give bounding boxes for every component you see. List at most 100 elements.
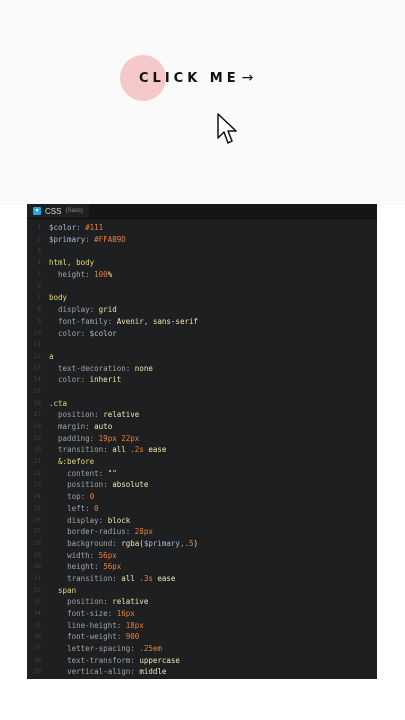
code-token: text-decoration (58, 363, 126, 373)
code-token: : (80, 328, 90, 338)
code-token: : (85, 235, 95, 245)
code-token: position (67, 480, 104, 490)
line-number: 21 (33, 458, 41, 466)
code-token: rgba( (121, 538, 144, 548)
code-line: 4 html, body (27, 257, 377, 269)
line-number: 9 (37, 317, 41, 325)
line-number: 31 (33, 574, 41, 582)
line-number: 11 (33, 341, 41, 349)
code-token: .3s (139, 573, 153, 583)
code-token: : (125, 363, 135, 373)
code-token: 18px (125, 620, 144, 630)
code-line: 30 height: 56px (27, 561, 377, 573)
code-token: top (67, 492, 81, 502)
code-token: : (98, 515, 108, 525)
click-me-button[interactable]: Click me → (120, 55, 253, 101)
code-line: 34 font-size: 16px (27, 608, 377, 620)
code-editor: ▾ CSS (Sass) 1 $color: #111 2 $primary: #FF… (27, 204, 377, 679)
code-token: block (107, 515, 131, 525)
code-token: : (94, 562, 104, 572)
line-number: 34 (33, 610, 41, 618)
code-token: height (67, 562, 95, 572)
code-token: position (67, 597, 104, 607)
code-line: 12 a (27, 351, 377, 363)
code-token: : (80, 375, 90, 385)
code-line: 16 .cta (27, 397, 377, 409)
line-number: 7 (37, 294, 41, 302)
tab-css[interactable]: ▾ CSS (Sass) (27, 204, 89, 218)
code-token: border-radius (67, 527, 126, 537)
code-token: inherit (89, 375, 122, 385)
line-number: 18 (33, 423, 41, 431)
preview-pane: Click me → (0, 0, 405, 205)
code-line: 31 transition: all .3s ease (27, 573, 377, 585)
code-line: 11 (27, 339, 377, 351)
code-token: "" (107, 468, 117, 478)
code-token: .cta (49, 398, 68, 408)
line-number: 24 (33, 493, 41, 501)
code-line: 15 (27, 386, 377, 398)
code-line: 33 position: relative (27, 596, 377, 608)
mouse-cursor-icon (217, 113, 237, 144)
code-token: : (89, 433, 99, 443)
code-line: 2 $primary: #FFAB9D (27, 234, 377, 246)
code-token: 0 (94, 503, 99, 513)
code-token: : (125, 527, 135, 537)
code-token: 19px 22px (98, 433, 140, 443)
line-number: 16 (33, 399, 41, 407)
code-line: 19 padding: 19px 22px (27, 432, 377, 444)
line-number: 30 (33, 563, 41, 571)
code-token: background (67, 538, 113, 548)
code-token: .25em (139, 644, 162, 654)
code-token: 28px (134, 527, 153, 537)
line-number: 4 (37, 259, 41, 267)
code-token: a (49, 351, 54, 361)
code-token: : (85, 270, 95, 280)
code-token: margin (58, 422, 86, 432)
code-token: #FFAB9D (94, 235, 126, 245)
code-token: html, body (49, 258, 95, 268)
line-number: 17 (33, 411, 41, 419)
code-token: Avenir, sans-serif (116, 316, 199, 326)
code-line: 29 width: 56px (27, 549, 377, 561)
collapse-icon[interactable]: ▾ (33, 207, 41, 215)
code-token: : (98, 468, 108, 478)
code-token: : (80, 492, 90, 502)
code-token: middle (139, 667, 167, 677)
code-token: ) (193, 538, 199, 548)
code-token: none (134, 363, 153, 373)
code-line: 18 margin: auto (27, 421, 377, 433)
code-token: 16px (116, 609, 135, 619)
line-number: 38 (33, 656, 41, 664)
code-token: 56px (98, 550, 117, 560)
line-number: 8 (37, 306, 41, 314)
code-token: body (49, 293, 68, 303)
code-line: 36 font-weight: 900 (27, 631, 377, 643)
line-number: 10 (33, 329, 41, 337)
line-number: 37 (33, 645, 41, 653)
code-area[interactable]: 1 $color: #111 2 $primary: #FFAB9D 3 4 html, b… (27, 219, 377, 678)
code-token: : (112, 538, 122, 548)
tab-title: CSS (45, 206, 62, 216)
code-token: : (94, 410, 104, 420)
code-token: $color (49, 223, 77, 233)
code-token: letter-spacing (67, 644, 131, 654)
code-token: $primary (143, 538, 180, 548)
line-number: 14 (33, 376, 41, 384)
code-token: .5 (184, 538, 194, 548)
code-token: ease (143, 445, 167, 455)
code-line: 28 background: rgba($primary, .5) (27, 538, 377, 550)
